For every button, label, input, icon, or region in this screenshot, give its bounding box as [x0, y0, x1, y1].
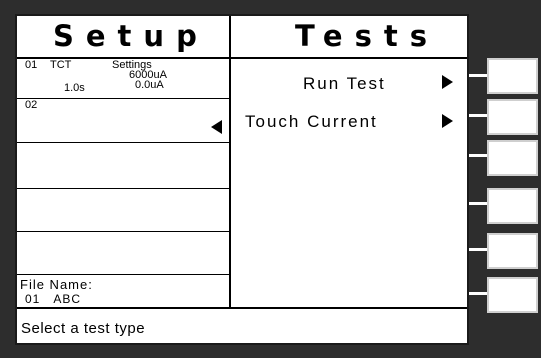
run-test-arrow-icon: [442, 75, 453, 89]
softkey-2[interactable]: [487, 99, 538, 135]
step-slot-03[interactable]: [17, 143, 229, 189]
file-name-label: File Name:: [20, 277, 93, 292]
file-name-section: File Name: 01 ABC: [17, 275, 229, 307]
softkey-3-lead: [469, 154, 489, 157]
file-name: ABC: [53, 292, 82, 306]
lcd-screen: Setup Tests 01 TCT Settings 6000uA 1.0s …: [15, 14, 469, 345]
softkey-5[interactable]: [487, 233, 538, 269]
softkey-5-lead: [469, 248, 489, 251]
softkey-3[interactable]: [487, 140, 538, 176]
limit-low-value: 0.0uA: [135, 79, 164, 91]
step-slot-01[interactable]: 01 TCT Settings 6000uA 1.0s 0.0uA: [17, 59, 229, 99]
softkey-6[interactable]: [487, 277, 538, 313]
menu-item-run-test[interactable]: Run Test: [303, 74, 386, 94]
status-message: Select a test type: [21, 320, 146, 337]
step-number: 01: [25, 59, 38, 71]
softkey-4[interactable]: [487, 188, 538, 224]
status-divider: [17, 307, 467, 309]
softkey-1-lead: [469, 74, 489, 77]
menu-item-touch-current[interactable]: Touch Current: [245, 112, 378, 132]
step-slot-05[interactable]: [17, 232, 229, 275]
tests-title: Tests: [295, 19, 439, 53]
softkey-2-lead: [469, 114, 489, 117]
selection-left-arrow-icon: [211, 120, 222, 134]
touch-current-arrow-icon: [442, 114, 453, 128]
setup-title: Setup: [53, 19, 209, 53]
step-type: TCT: [50, 59, 72, 71]
step-slot-02[interactable]: 02: [17, 99, 229, 143]
softkey-4-lead: [469, 202, 489, 205]
time-value: 1.0s: [64, 82, 85, 94]
file-name-value: 01 ABC: [25, 292, 81, 306]
step-slot-04[interactable]: [17, 189, 229, 232]
softkey-6-lead: [469, 292, 489, 295]
step-number: 02: [25, 99, 38, 111]
column-divider: [229, 16, 231, 307]
file-number: 01: [25, 292, 41, 306]
softkey-1[interactable]: [487, 58, 538, 94]
